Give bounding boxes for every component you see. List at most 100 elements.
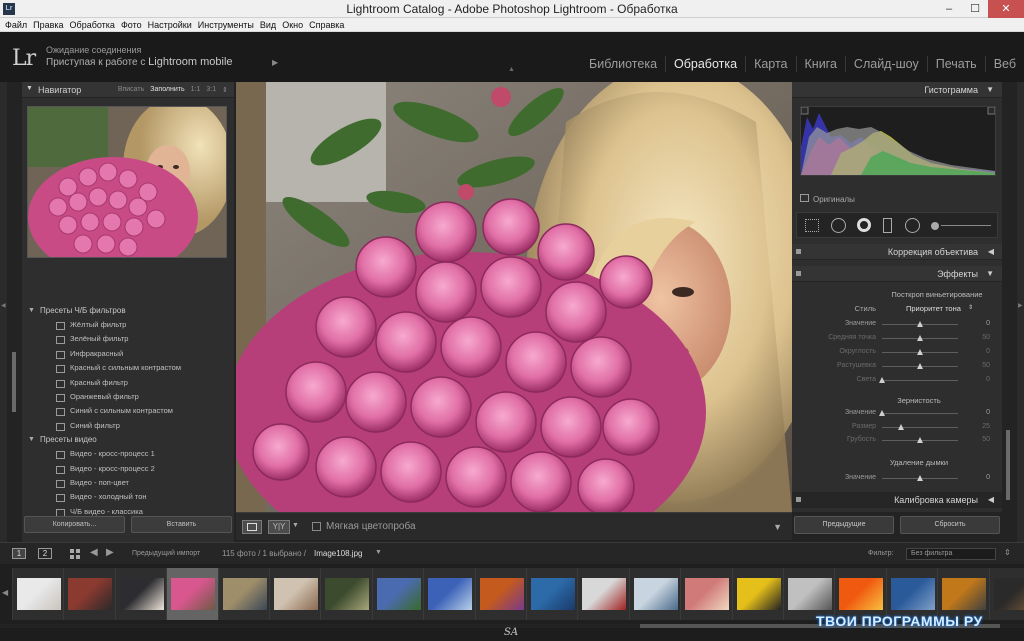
nav-fill[interactable]: Заполнить: [150, 86, 184, 94]
toolbar-menu-icon[interactable]: ▼: [773, 522, 782, 532]
collapse-triangle-icon[interactable]: ▼: [26, 85, 33, 92]
grain-slider-row[interactable]: Грубость 50: [792, 434, 1002, 446]
collapse-top-panel-icon[interactable]: ▲: [508, 66, 515, 73]
crop-tool-icon[interactable]: [805, 219, 819, 232]
maximize-button[interactable]: ☐: [962, 0, 988, 18]
filmstrip-thumbnail[interactable]: [114, 568, 167, 620]
preset-item[interactable]: Видео - поп-цвет: [22, 476, 234, 490]
slider-value[interactable]: 50: [982, 360, 990, 372]
filmstrip-thumbnail[interactable]: [526, 568, 578, 620]
compare-dropdown-icon[interactable]: ▼: [292, 522, 299, 529]
graduated-filter-icon[interactable]: [883, 218, 892, 233]
histogram-header[interactable]: Гистограмма ▼: [792, 82, 1002, 98]
filter-select[interactable]: Без фильтра: [906, 548, 996, 560]
filmstrip-thumbnail[interactable]: [474, 568, 527, 620]
current-filename[interactable]: Image108.jpg: [314, 549, 362, 558]
slider-knob[interactable]: [917, 321, 923, 327]
vignette-style-select[interactable]: Приоритет тона: [906, 304, 961, 313]
originals-checkbox[interactable]: Оригиналы: [800, 194, 855, 204]
effects-header[interactable]: Эффекты ▼: [792, 266, 1002, 282]
module-print[interactable]: Печать: [926, 56, 985, 72]
grain-slider-row[interactable]: Значение 0: [792, 407, 1002, 419]
slider-value[interactable]: 50: [982, 434, 990, 446]
filmstrip-left-arrow-icon[interactable]: ◀: [2, 588, 8, 597]
preset-item[interactable]: Жёлтый фильтр: [22, 318, 234, 332]
filmstrip-thumbnail[interactable]: [577, 568, 630, 620]
sync-status[interactable]: Ожидание соединения Приступая к работе с…: [46, 44, 233, 69]
slider-value[interactable]: 0: [986, 318, 990, 330]
preset-item[interactable]: Видео - холодный тон: [22, 490, 234, 504]
grid-view-icon[interactable]: [70, 549, 80, 559]
navigator-preview[interactable]: [27, 97, 233, 277]
red-eye-tool-icon[interactable]: [857, 218, 871, 232]
preset-item[interactable]: Видео - кросс-процесс 1: [22, 447, 234, 461]
filmstrip-thumbnail[interactable]: [731, 568, 784, 620]
filmstrip-thumbnail[interactable]: [63, 568, 116, 620]
soft-proof-checkbox[interactable]: [312, 522, 321, 531]
filmstrip-thumbnail[interactable]: [320, 568, 373, 620]
menu-view[interactable]: Вид: [259, 18, 281, 31]
preset-folder-bw-filters[interactable]: Пресеты Ч/Б фильтров: [22, 304, 234, 318]
menu-edit[interactable]: Правка: [32, 18, 68, 31]
preset-item[interactable]: Красный с сильным контрастом: [22, 361, 234, 375]
panel-switch-icon[interactable]: [796, 271, 801, 276]
vignette-slider-row[interactable]: Света 0: [792, 374, 1002, 386]
select-stepper-icon[interactable]: ⇕: [968, 304, 973, 311]
slider-knob[interactable]: [917, 475, 923, 481]
vignette-slider-row[interactable]: Значение 0: [792, 318, 1002, 330]
brush-size-slider[interactable]: [941, 225, 991, 226]
filmstrip-thumbnail[interactable]: [371, 568, 424, 620]
filmstrip-thumbnail[interactable]: [217, 568, 270, 620]
compare-view-button[interactable]: Y|Y: [268, 520, 290, 534]
paste-button[interactable]: Вставить: [131, 516, 232, 533]
filmstrip-thumbnail[interactable]: [269, 568, 321, 620]
right-panel-toggle[interactable]: ▶: [1017, 82, 1024, 542]
close-button[interactable]: ✕: [988, 0, 1024, 18]
adjustment-brush-icon[interactable]: [931, 222, 939, 230]
copy-button[interactable]: Копировать...: [24, 516, 125, 533]
slider-track[interactable]: [882, 426, 958, 428]
lens-correction-header[interactable]: Коррекция объектива ◀: [792, 244, 1002, 260]
menu-window[interactable]: Окно: [281, 18, 308, 31]
grain-slider-row[interactable]: Размер 25: [792, 421, 1002, 433]
module-web[interactable]: Веб: [984, 56, 1024, 72]
nav-1-1[interactable]: 1:1: [191, 86, 201, 94]
reset-button[interactable]: Сбросить: [900, 516, 1000, 534]
preset-item[interactable]: Красный фильтр: [22, 376, 234, 390]
slider-value[interactable]: 0: [986, 407, 990, 419]
dehaze-slider-row[interactable]: Значение 0: [792, 472, 1002, 484]
preset-item[interactable]: Синий с сильным контрастом: [22, 404, 234, 418]
previous-button[interactable]: Предыдущие: [794, 516, 894, 534]
filmstrip-thumbnail[interactable]: [12, 568, 64, 620]
loupe-view-button[interactable]: [242, 520, 262, 534]
main-photo-view[interactable]: [236, 82, 792, 512]
menu-photo[interactable]: Фото: [120, 18, 147, 31]
filmstrip-thumbnail[interactable]: [988, 568, 1024, 620]
module-develop[interactable]: Обработка: [665, 56, 745, 72]
forward-arrow-icon[interactable]: ▶: [106, 547, 114, 558]
histogram[interactable]: [800, 106, 996, 176]
preset-item[interactable]: Синий фильтр: [22, 419, 234, 433]
menu-develop[interactable]: Обработка: [69, 18, 120, 31]
panel-switch-icon[interactable]: [796, 497, 801, 502]
module-slideshow[interactable]: Слайд-шоу: [844, 56, 927, 72]
menu-help[interactable]: Справка: [308, 18, 349, 31]
camera-calibration-header[interactable]: Калибровка камеры ◀: [792, 492, 1002, 508]
vignette-slider-row[interactable]: Средняя точка 50: [792, 332, 1002, 344]
preset-item[interactable]: Инфракрасный: [22, 347, 234, 361]
filmstrip-thumbnail[interactable]: [423, 568, 476, 620]
radial-filter-icon[interactable]: [905, 218, 920, 233]
spot-removal-tool-icon[interactable]: [831, 218, 846, 233]
slider-track[interactable]: [882, 413, 958, 414]
filmstrip-thumbnail[interactable]: [166, 568, 219, 620]
minimize-button[interactable]: –: [936, 0, 962, 18]
slider-knob[interactable]: [898, 423, 904, 430]
filter-stepper-icon[interactable]: ⇕: [1004, 548, 1011, 557]
preset-folder-video[interactable]: Пресеты видео: [22, 433, 234, 447]
slider-value[interactable]: 50: [982, 332, 990, 344]
filmstrip-thumbnail[interactable]: [680, 568, 733, 620]
slider-value[interactable]: 0: [986, 472, 990, 484]
nav-3-1[interactable]: 3:1: [206, 86, 216, 94]
preset-item[interactable]: Видео - кросс-процесс 2: [22, 462, 234, 476]
slider-knob[interactable]: [879, 377, 885, 383]
